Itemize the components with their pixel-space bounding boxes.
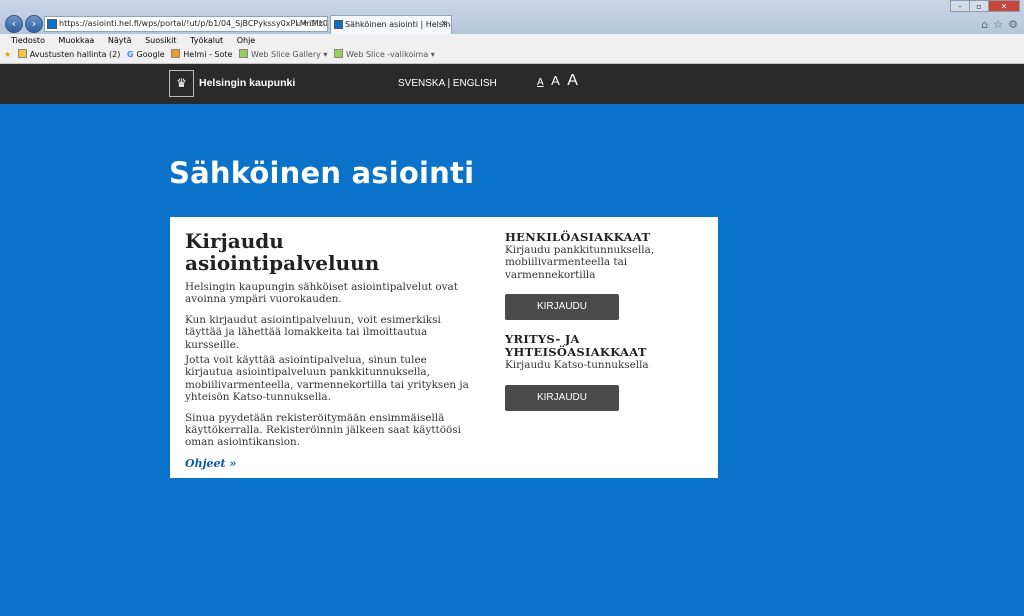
personal-text: Kirjaudu pankkitunnuksella, mobiilivarme… [505, 244, 655, 281]
font-size-controls: A A A [537, 72, 581, 90]
helsinki-crest-icon[interactable]: ♛ [169, 70, 194, 97]
login-card: Kirjaudu asiointipalveluun Helsingin kau… [170, 217, 718, 478]
site-favicon-icon [47, 19, 57, 29]
google-icon: G [126, 50, 134, 59]
menu-bar: Tiedosto Muokkaa Näytä Suosikit Työkalut… [0, 34, 1024, 47]
window-controls: – ▫ ✕ [950, 0, 1020, 12]
fav-web-slice-valikoima[interactable]: Web Slice -valikoima ▾ [333, 47, 435, 63]
tab-title: Sähköinen asiointi | Helsing... [345, 20, 452, 29]
login-heading: Kirjaudu asiointipalveluun [185, 229, 380, 275]
fav-web-slice-valikoima-label: Web Slice -valikoima ▾ [345, 50, 435, 59]
language-links[interactable]: SVENSKA | ENGLISH [398, 78, 497, 89]
font-size-large[interactable]: A [567, 72, 578, 89]
fav-google-label: Google [136, 50, 165, 59]
close-window-icon[interactable]: ✕ [988, 0, 1020, 12]
login-para-1: Helsingin kaupungin sähköiset asiointipa… [185, 281, 458, 306]
web-slice-icon [333, 49, 343, 58]
menu-help[interactable]: Ohje [237, 36, 256, 45]
address-bar[interactable]: https://asiointi.hel.fi/wps/portal/!ut/p… [44, 16, 328, 32]
fav-avustusten-label: Avustusten hallinta (2) [29, 50, 121, 59]
page-icon [17, 49, 27, 58]
login-para-2: Kun kirjaudut asiointipalveluun, voit es… [185, 313, 441, 351]
menu-favorites[interactable]: Suosikit [145, 36, 176, 45]
business-text: Kirjaudu Katso-tunnuksella [505, 359, 649, 372]
forward-icon[interactable]: › [25, 15, 43, 33]
minimize-icon[interactable]: – [950, 0, 970, 12]
menu-tools[interactable]: Työkalut [190, 36, 223, 45]
address-url: https://asiointi.hel.fi/wps/portal/!ut/p… [59, 19, 328, 28]
browser-chrome: ‹ › https://asiointi.hel.fi/wps/portal/!… [0, 0, 1024, 64]
login-info: Kirjaudu asiointipalveluun Helsingin kau… [185, 230, 477, 471]
tab-favicon-icon [334, 20, 343, 29]
login-options: HENKILÖASIAKKAAT Kirjaudu pankkitunnukse… [505, 231, 705, 424]
favorites-star-add-icon[interactable]: ★ [4, 47, 11, 63]
fav-helmi-label: Helmi - Sote [183, 50, 233, 59]
fav-avustusten[interactable]: Avustusten hallinta (2) [17, 47, 121, 63]
page-title: Sähköinen asiointi [169, 156, 475, 190]
brand-name[interactable]: Helsingin kaupunki [199, 77, 295, 89]
login-para-3: Jotta voit käyttää asiointipalvelua, sin… [185, 354, 469, 404]
fav-web-slice-gallery[interactable]: Web Slice Gallery ▾ [239, 47, 327, 63]
personal-heading: HENKILÖASIAKKAAT [505, 230, 651, 244]
settings-gear-icon[interactable]: ⚙ [1008, 18, 1018, 31]
tab-close-icon[interactable]: × [440, 16, 448, 33]
page-icon [171, 49, 181, 58]
login-para-4: Sinua pyydetään rekisteröitymään ensimmä… [185, 411, 461, 449]
menu-view[interactable]: Näytä [108, 36, 132, 45]
menu-file[interactable]: Tiedosto [11, 36, 45, 45]
browser-titlebar: ‹ › https://asiointi.hel.fi/wps/portal/!… [0, 0, 1024, 34]
back-icon[interactable]: ‹ [5, 15, 23, 33]
font-size-medium[interactable]: A [551, 73, 560, 88]
fav-web-slice-gallery-label: Web Slice Gallery ▾ [251, 50, 328, 59]
fav-google[interactable]: G Google [127, 47, 165, 63]
favorites-bar: ★ Avustusten hallinta (2) G Google Helmi … [0, 47, 1024, 64]
site-header: ♛ Helsingin kaupunki SVENSKA | ENGLISH A… [0, 64, 1024, 104]
address-tools-icon[interactable]: ⌕ ▾ ⚿ ↻ [296, 17, 325, 31]
personal-login-button[interactable]: KIRJAUDU [505, 294, 619, 321]
background-window-text [460, 4, 1000, 16]
font-size-small[interactable]: A [537, 77, 544, 88]
business-login-button[interactable]: KIRJAUDU [505, 384, 619, 411]
maximize-icon[interactable]: ▫ [969, 0, 989, 12]
menu-edit[interactable]: Muokkaa [59, 36, 95, 45]
business-heading: YRITYS- JA YHTEISÖASIAKKAAT [505, 332, 647, 360]
web-slice-icon [239, 49, 248, 58]
favorites-star-icon[interactable]: ☆ [993, 18, 1003, 31]
home-icon[interactable]: ⌂ [981, 18, 988, 31]
help-link[interactable]: Ohjeet » [185, 457, 236, 470]
browser-tab[interactable]: Sähköinen asiointi | Helsing... × [330, 15, 452, 34]
browser-toolbar-icons: ⌂ ☆ ⚙ [981, 18, 1018, 31]
fav-helmi[interactable]: Helmi - Sote [171, 47, 232, 63]
